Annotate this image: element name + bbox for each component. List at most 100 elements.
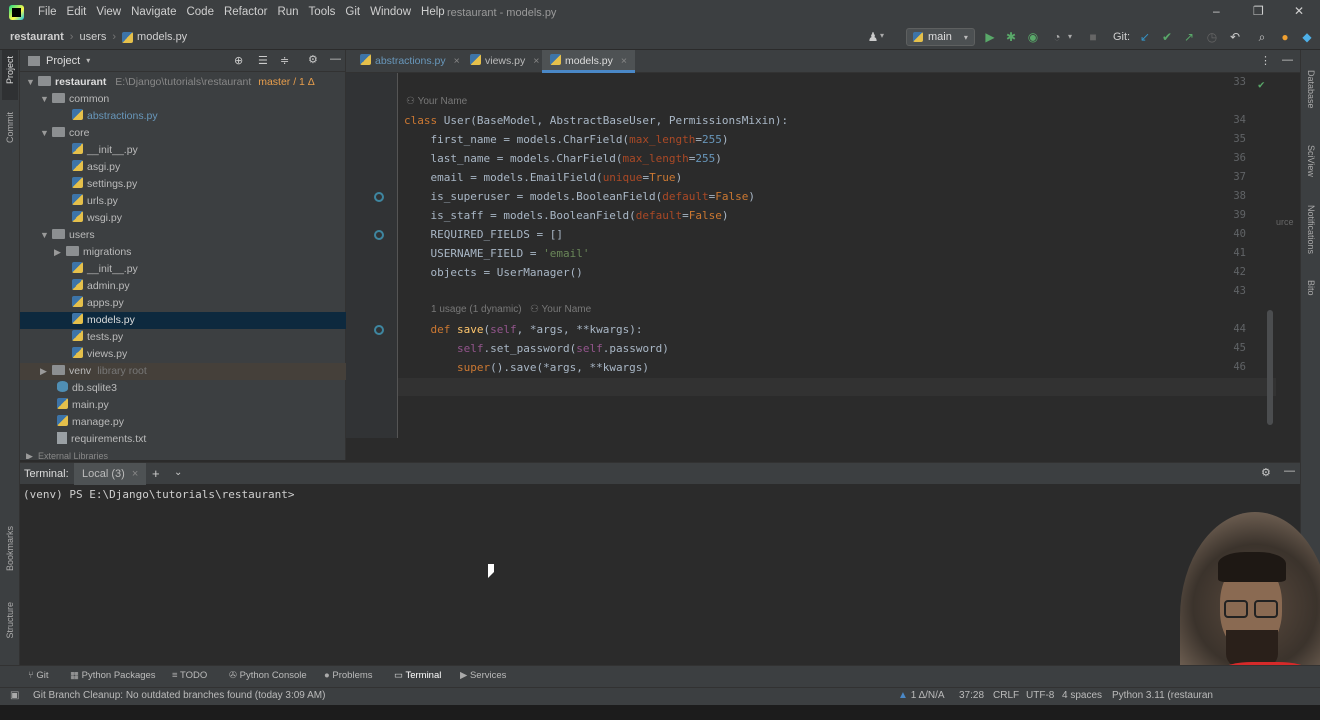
- tree-file-wsgi[interactable]: wsgi.py: [72, 210, 122, 227]
- tab-models[interactable]: models.py ×: [542, 50, 635, 73]
- gear-icon[interactable]: ⚙: [308, 53, 318, 66]
- usage-hint[interactable]: 1 usage (1 dynamic) ⚇ Your Name: [431, 304, 591, 315]
- chevron-down-icon[interactable]: ▾: [86, 56, 90, 65]
- sciview-tool-label[interactable]: SciView: [1306, 145, 1316, 177]
- tree-file-abstractions[interactable]: abstractions.py: [72, 108, 158, 125]
- search-icon[interactable]: ⌕: [1255, 30, 1269, 44]
- close-tab-icon[interactable]: ×: [132, 468, 138, 480]
- chevron-down-icon[interactable]: ⌄: [174, 467, 182, 478]
- tree-file-asgi[interactable]: asgi.py: [72, 159, 120, 176]
- user-icon[interactable]: ♟: [866, 30, 880, 44]
- tree-file-core-init[interactable]: __init__.py: [72, 142, 138, 159]
- bito-tool-label[interactable]: Bito: [1306, 280, 1316, 296]
- tree-file-views[interactable]: views.py: [72, 346, 127, 363]
- breadcrumb-folder[interactable]: users: [79, 31, 106, 43]
- tab-views[interactable]: views.py ×: [462, 50, 547, 73]
- hide-panel-icon[interactable]: —: [330, 53, 341, 65]
- warnings-indicator[interactable]: ▲ 1 Δ/N/A: [898, 690, 945, 701]
- jetbrains-ai-icon[interactable]: ◆: [1300, 30, 1314, 44]
- coverage-icon[interactable]: ◉: [1026, 30, 1040, 44]
- breadcrumb-file[interactable]: models.py: [137, 31, 187, 43]
- collapse-all-icon[interactable]: ≑: [280, 54, 289, 67]
- terminal-tab-local[interactable]: Local (3) ×: [74, 463, 147, 485]
- history-icon[interactable]: ◷: [1205, 30, 1219, 44]
- menu-run[interactable]: Run: [277, 6, 298, 18]
- file-encoding[interactable]: UTF-8: [1026, 690, 1054, 701]
- tool-terminal[interactable]: ▭ Terminal: [394, 670, 441, 681]
- bookmarks-tool-label[interactable]: Bookmarks: [5, 526, 15, 571]
- status-message[interactable]: Git Branch Cleanup: No outdated branches…: [33, 690, 325, 701]
- minimize-icon[interactable]: –: [1213, 4, 1220, 18]
- tree-file-settings[interactable]: settings.py: [72, 176, 137, 193]
- caret-position[interactable]: 37:28: [959, 690, 984, 701]
- tool-python-console[interactable]: ✇ Python Console: [229, 670, 307, 681]
- tree-file-tests[interactable]: tests.py: [72, 329, 123, 346]
- tool-problems[interactable]: ● Problems: [324, 670, 373, 681]
- indent-setting[interactable]: 4 spaces: [1062, 690, 1102, 701]
- tree-file-requirements[interactable]: requirements.txt: [57, 431, 146, 448]
- commit-tool-label[interactable]: Commit: [5, 112, 15, 143]
- menu-file[interactable]: File: [38, 6, 57, 18]
- menu-edit[interactable]: Edit: [67, 6, 87, 18]
- tree-root-restaurant[interactable]: ▼ restaurant E:\Django\tutorials\restaura…: [26, 74, 315, 91]
- tree-file-users-init[interactable]: __init__.py: [72, 261, 138, 278]
- notifications-tool-label[interactable]: Notifications: [1306, 205, 1316, 254]
- menu-navigate[interactable]: Navigate: [131, 6, 176, 18]
- close-tab-icon[interactable]: ×: [533, 55, 539, 67]
- menu-help[interactable]: Help: [421, 6, 445, 18]
- chevron-down-icon[interactable]: ▾: [880, 31, 884, 40]
- code-editor[interactable]: 33 34 35 36 37 38 39 40 41 42 43 44 45 4…: [346, 73, 1276, 438]
- chevron-down-icon[interactable]: ▾: [1068, 32, 1072, 41]
- locate-file-icon[interactable]: ⊕: [234, 54, 243, 67]
- close-icon[interactable]: ✕: [1294, 4, 1304, 18]
- tree-file-db[interactable]: db.sqlite3: [57, 380, 117, 397]
- tree-external-libraries[interactable]: ▶ External Libraries: [26, 448, 108, 459]
- menu-view[interactable]: View: [96, 6, 121, 18]
- tool-services[interactable]: ▶ Services: [460, 670, 506, 681]
- editor-scrollbar[interactable]: [1267, 310, 1273, 425]
- menu-git[interactable]: Git: [345, 6, 360, 18]
- expand-all-icon[interactable]: ☰: [258, 54, 268, 67]
- stop-icon[interactable]: ■: [1086, 30, 1100, 44]
- tree-folder-venv[interactable]: ▶ venv library root: [20, 363, 346, 380]
- run-icon[interactable]: ▶: [983, 30, 997, 44]
- override-marker-icon[interactable]: [374, 325, 384, 335]
- menu-tools[interactable]: Tools: [309, 6, 336, 18]
- close-tab-icon[interactable]: ×: [454, 55, 460, 67]
- more-tabs-icon[interactable]: ⋮: [1260, 54, 1271, 67]
- line-separator[interactable]: CRLF: [993, 690, 1019, 701]
- gear-icon[interactable]: ⚙: [1261, 466, 1271, 479]
- menu-window[interactable]: Window: [370, 6, 411, 18]
- no-problems-check-icon[interactable]: ✔: [1258, 78, 1265, 91]
- run-configuration-select[interactable]: main ▾: [906, 28, 975, 46]
- tree-file-admin[interactable]: admin.py: [72, 278, 130, 295]
- tree-folder-core[interactable]: ▼ core: [40, 125, 89, 142]
- status-panel-icon[interactable]: ▣: [10, 690, 19, 701]
- minimize-editor-icon[interactable]: —: [1282, 54, 1293, 66]
- author-hint[interactable]: ⚇ Your Name: [406, 96, 467, 107]
- breadcrumb-project[interactable]: restaurant: [10, 31, 64, 43]
- tab-abstractions[interactable]: abstractions.py ×: [352, 50, 468, 73]
- tool-git[interactable]: ⑂ Git: [28, 670, 48, 681]
- menu-code[interactable]: Code: [186, 6, 214, 18]
- tree-file-apps[interactable]: apps.py: [72, 295, 124, 312]
- update-project-icon[interactable]: ↙: [1138, 30, 1152, 44]
- tree-file-main[interactable]: main.py: [57, 397, 109, 414]
- override-marker-icon[interactable]: [374, 192, 384, 202]
- hide-panel-icon[interactable]: —: [1284, 465, 1295, 477]
- tree-file-manage[interactable]: manage.py: [57, 414, 124, 431]
- commit-icon[interactable]: ✔: [1160, 30, 1174, 44]
- close-tab-icon[interactable]: ×: [621, 55, 627, 67]
- tool-python-packages[interactable]: ▦ Python Packages: [70, 670, 156, 681]
- project-tool-button[interactable]: Project: [2, 50, 18, 100]
- rollback-icon[interactable]: ↶: [1228, 30, 1242, 44]
- tree-folder-migrations[interactable]: ▶ migrations: [54, 244, 131, 261]
- project-panel-title[interactable]: Project: [46, 55, 80, 67]
- tree-folder-users[interactable]: ▼ users: [40, 227, 95, 244]
- debug-icon[interactable]: ✱: [1004, 30, 1018, 44]
- new-terminal-icon[interactable]: +: [152, 466, 160, 481]
- tree-file-urls[interactable]: urls.py: [72, 193, 118, 210]
- profile-icon[interactable]: ◔: [1050, 30, 1064, 44]
- tool-todo[interactable]: ≡ TODO: [172, 670, 207, 681]
- database-tool-label[interactable]: Database: [1306, 70, 1316, 109]
